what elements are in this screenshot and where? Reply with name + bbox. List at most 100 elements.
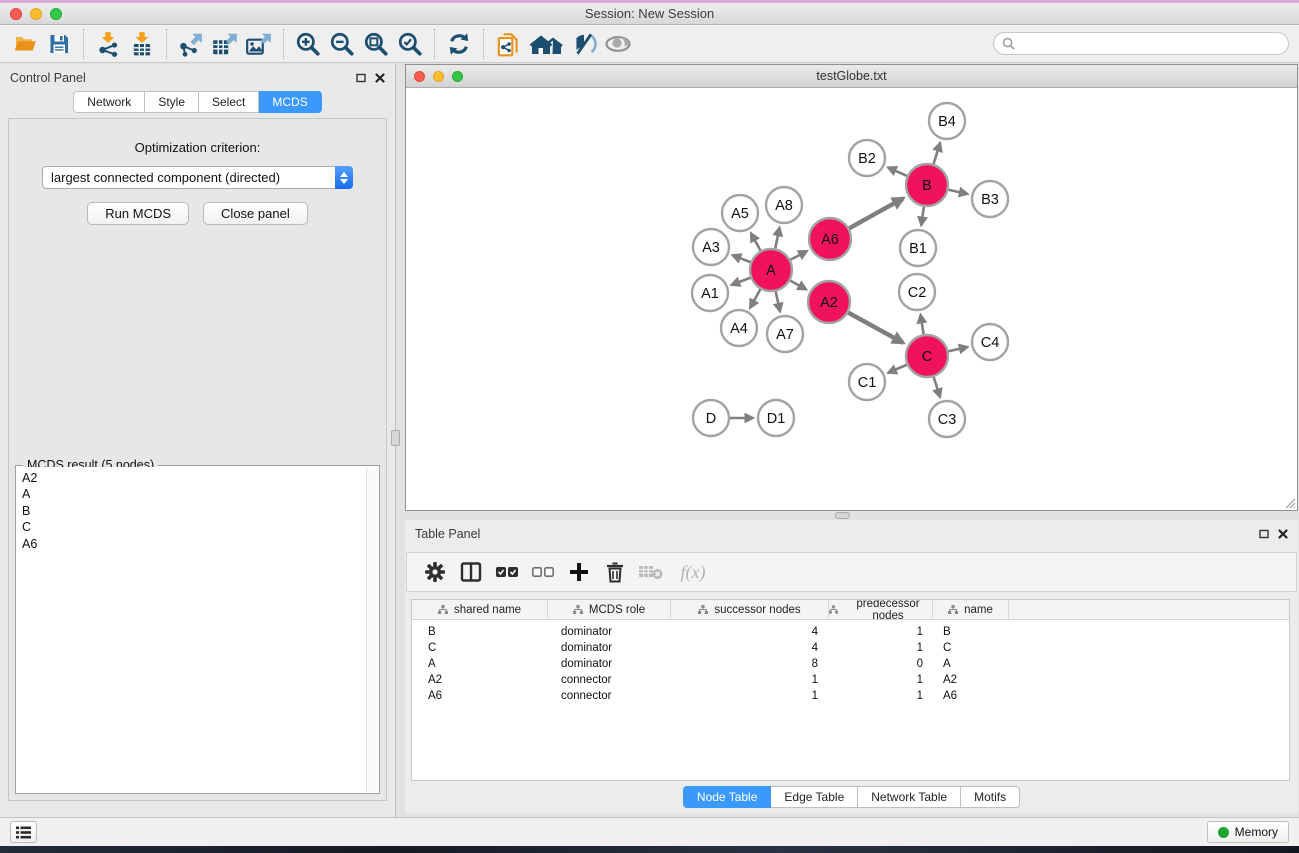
run-mcds-button[interactable]: Run MCDS [87, 202, 189, 225]
table-cell[interactable]: 1 [671, 674, 829, 686]
duplicate-network-icon[interactable] [491, 28, 525, 60]
hide-labels-icon[interactable] [567, 28, 601, 60]
graph-edge-A-A6[interactable] [790, 251, 807, 260]
graph-node-A3[interactable]: A3 [693, 229, 729, 265]
graph-edge-A-A4[interactable] [750, 289, 760, 308]
tab-network[interactable]: Network [73, 91, 145, 113]
graph-edge-A-A3[interactable] [732, 255, 750, 262]
table-cell[interactable]: dominator [548, 642, 671, 654]
graph-edge-A-A8[interactable] [775, 228, 779, 249]
table-cell[interactable]: 8 [671, 658, 829, 670]
graph-node-B[interactable]: B [906, 164, 948, 206]
refresh-icon[interactable] [442, 28, 476, 60]
column-header-shared-name[interactable]: shared name [412, 600, 548, 619]
search-field[interactable] [993, 32, 1289, 55]
table-cell[interactable]: B [933, 626, 1009, 638]
graph-node-C4[interactable]: C4 [972, 324, 1008, 360]
table-row[interactable]: A6connector11A6 [412, 688, 1289, 704]
graph-node-D[interactable]: D [693, 400, 729, 436]
column-header-name[interactable]: name [933, 600, 1009, 619]
graph-edge-A-A2[interactable] [790, 281, 806, 290]
window-resize-grip[interactable] [1283, 496, 1296, 509]
zoom-out-icon[interactable] [325, 28, 359, 60]
tab-select[interactable]: Select [199, 91, 259, 113]
graph-node-C2[interactable]: C2 [899, 274, 935, 310]
save-session-icon[interactable] [42, 28, 76, 60]
graph-node-C[interactable]: C [906, 335, 948, 377]
graph-node-A8[interactable]: A8 [766, 187, 802, 223]
tab-motifs[interactable]: Motifs [961, 786, 1020, 808]
search-input[interactable] [1020, 37, 1280, 51]
float-panel-icon[interactable] [356, 73, 366, 83]
graph-edge-B-B2[interactable] [888, 167, 907, 176]
table-cell[interactable]: 0 [829, 658, 933, 670]
table-cell[interactable]: 1 [829, 674, 933, 686]
close-panel-icon[interactable] [1278, 529, 1288, 539]
graph-edge-B-B1[interactable] [921, 207, 924, 226]
zoom-selected-icon[interactable] [393, 28, 427, 60]
network-graph[interactable]: B4B2BB3B1A5A8A3A6AA1A4A7A2C2CC4C1C3DD1 [406, 89, 1295, 509]
home-view-icon[interactable] [525, 28, 567, 60]
table-row[interactable]: Cdominator41C [412, 640, 1289, 656]
graph-node-D1[interactable]: D1 [758, 400, 794, 436]
vertical-splitter-handle[interactable] [391, 430, 400, 446]
optimization-criterion-select[interactable]: largest connected component (directed) [42, 166, 353, 189]
network-window-titlebar[interactable]: testGlobe.txt [406, 65, 1297, 88]
table-cell[interactable]: dominator [548, 626, 671, 638]
add-column-icon[interactable] [561, 555, 597, 589]
column-header-predecessor-nodes[interactable]: predecessor nodes [829, 600, 933, 619]
eye-icon[interactable] [601, 28, 635, 60]
table-cell[interactable]: A6 [933, 690, 1009, 702]
table-row[interactable]: Adominator80A [412, 656, 1289, 672]
graph-node-B1[interactable]: B1 [900, 230, 936, 266]
graph-edge-B-B3[interactable] [948, 190, 967, 194]
graph-edge-A2-C[interactable] [848, 313, 903, 343]
graph-node-A[interactable]: A [750, 249, 792, 291]
table-row[interactable]: A2connector11A2 [412, 672, 1289, 688]
function-builder-icon[interactable]: f(x) [669, 555, 717, 589]
graph-edge-A6-B[interactable] [849, 198, 903, 228]
export-image-icon[interactable] [242, 28, 276, 60]
network-canvas[interactable]: B4B2BB3B1A5A8A3A6AA1A4A7A2C2CC4C1C3DD1 [406, 89, 1297, 510]
zoom-in-icon[interactable] [291, 28, 325, 60]
memory-button[interactable]: Memory [1207, 821, 1289, 843]
mcds-result-item[interactable]: A2 [17, 470, 366, 486]
graph-edge-C-C3[interactable] [934, 377, 940, 397]
table-cell[interactable]: A2 [412, 674, 548, 686]
close-panel-button[interactable]: Close panel [203, 202, 308, 225]
graph-edge-C-C4[interactable] [948, 347, 967, 351]
tab-network-table[interactable]: Network Table [858, 786, 961, 808]
graph-node-A6[interactable]: A6 [809, 218, 851, 260]
table-cell[interactable]: A [412, 658, 548, 670]
tab-edge-table[interactable]: Edge Table [771, 786, 858, 808]
zoom-fit-icon[interactable] [359, 28, 393, 60]
open-folder-icon[interactable] [8, 28, 42, 60]
graph-node-A5[interactable]: A5 [722, 195, 758, 231]
gear-icon[interactable] [417, 555, 453, 589]
tab-node-table[interactable]: Node Table [683, 786, 772, 808]
select-all-icon[interactable] [489, 555, 525, 589]
horizontal-splitter-handle[interactable] [835, 512, 850, 519]
split-view-icon[interactable] [453, 555, 489, 589]
table-cell[interactable]: 1 [829, 626, 933, 638]
table-cell[interactable]: A [933, 658, 1009, 670]
table-cell[interactable]: 1 [671, 690, 829, 702]
node-table[interactable]: shared nameMCDS rolesuccessor nodesprede… [411, 599, 1290, 781]
table-cell[interactable]: C [933, 642, 1009, 654]
table-cell[interactable]: A6 [412, 690, 548, 702]
deselect-all-icon[interactable] [525, 555, 561, 589]
graph-node-B3[interactable]: B3 [972, 181, 1008, 217]
import-network-icon[interactable] [91, 28, 125, 60]
table-cell[interactable]: C [412, 642, 548, 654]
task-history-button[interactable] [10, 821, 37, 843]
tab-style[interactable]: Style [145, 91, 199, 113]
import-table-icon[interactable] [125, 28, 159, 60]
mcds-result-item[interactable]: A6 [17, 536, 366, 552]
delete-column-icon[interactable] [597, 555, 633, 589]
column-header-successor-nodes[interactable]: successor nodes [671, 600, 829, 619]
table-cell[interactable]: 1 [829, 690, 933, 702]
mcds-result-scrollbar[interactable] [366, 467, 378, 792]
graph-edge-A-A1[interactable] [731, 278, 750, 285]
tab-mcds[interactable]: MCDS [259, 91, 321, 113]
float-panel-icon[interactable] [1259, 529, 1269, 539]
